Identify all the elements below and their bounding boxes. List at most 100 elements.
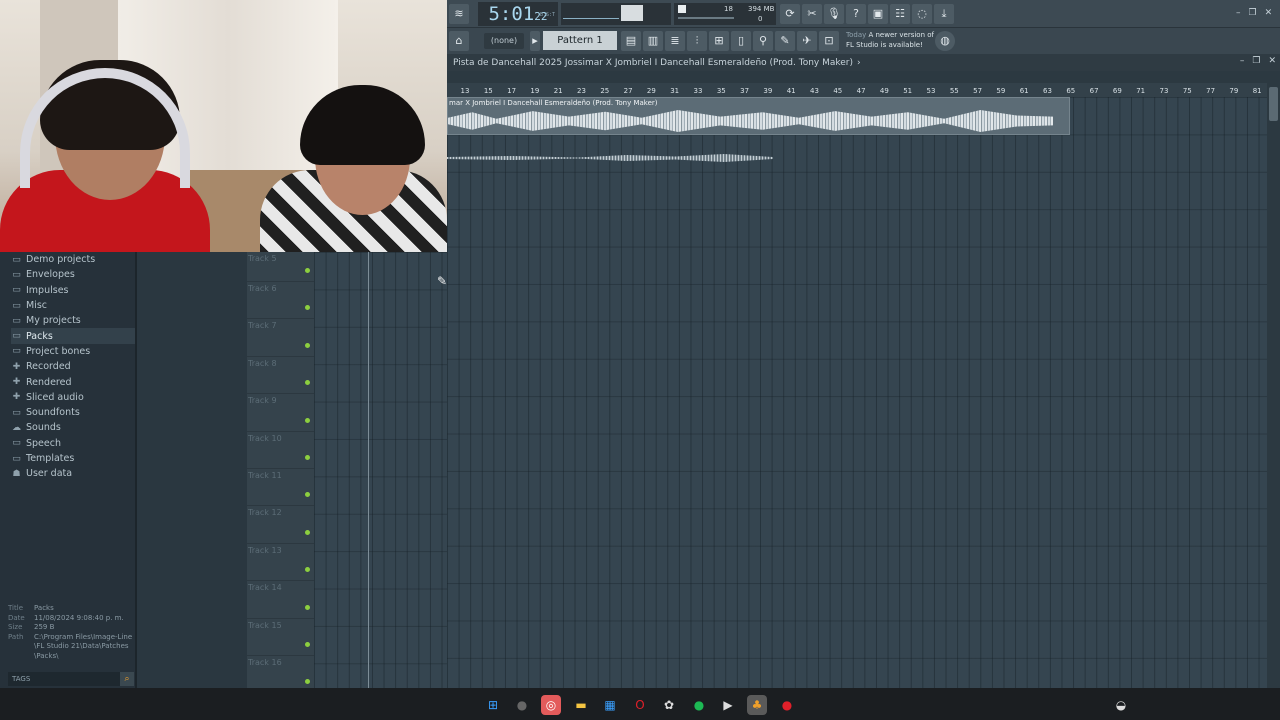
menu-icon[interactable]: ≋	[449, 4, 469, 24]
browser-item[interactable]: ▭ My projects	[11, 313, 135, 328]
browser-item[interactable]: ▭ Demo projects	[11, 252, 135, 267]
minimize-icon[interactable]: –	[1236, 8, 1241, 18]
tags-bar[interactable]: TAGS ⌕	[8, 672, 134, 686]
play-pattern-icon[interactable]: ▸	[530, 31, 540, 51]
track-led-icon[interactable]	[305, 342, 310, 348]
opera-icon[interactable]: O	[630, 695, 650, 715]
timeline-scrollbar[interactable]	[447, 71, 1267, 83]
track-header[interactable]: Track 13	[247, 544, 314, 582]
browser-item[interactable]: ✚ Sliced audio	[11, 390, 135, 405]
file-explorer-icon[interactable]: ▬	[571, 695, 591, 715]
refresh-icon[interactable]: ⟳	[780, 4, 800, 24]
info-path-key: Path	[8, 632, 24, 641]
track-header[interactable]: Track 6	[247, 282, 314, 320]
track-header[interactable]: Track 5	[247, 252, 314, 282]
playlist-grid[interactable]	[447, 97, 1267, 688]
track-header-panel: Track 5 Track 6 Track 7 Track 8 Track 9 Track…	[247, 252, 314, 694]
playlist-titlebar[interactable]: Pista de Dancehall 2025 Jossimar X Jombr…	[447, 54, 1280, 71]
browser-item[interactable]: ▭ Envelopes	[11, 267, 135, 282]
update-notice[interactable]: Today A newer version of FL Studio is av…	[846, 31, 956, 51]
audio-clip-secondary[interactable]	[447, 150, 773, 166]
fl-studio-icon[interactable]: ♣	[747, 695, 767, 715]
minimize-icon[interactable]: –	[1240, 56, 1245, 66]
track-led-icon[interactable]	[305, 417, 310, 423]
track-led-icon[interactable]	[305, 454, 310, 460]
playlist-grid-left[interactable]	[314, 252, 447, 688]
track-led-icon[interactable]	[305, 641, 310, 647]
snap-selector[interactable]: (none)	[484, 33, 524, 49]
track-header[interactable]: Track 8	[247, 357, 314, 395]
microphone-icon[interactable]: 🎙	[824, 4, 844, 24]
tray-icon[interactable]: ◒	[1111, 695, 1131, 715]
track-led-icon[interactable]	[305, 305, 310, 311]
maximize-icon[interactable]: ❐	[1249, 8, 1257, 18]
browser-item[interactable]: ☗ User data	[11, 466, 135, 481]
app-red-icon[interactable]: ●	[777, 695, 797, 715]
clip-waveform	[448, 110, 1053, 132]
browser-item[interactable]: ▭ Misc	[11, 298, 135, 313]
browser-item[interactable]: ✚ Recorded	[11, 359, 135, 374]
track-header[interactable]: Track 14	[247, 581, 314, 619]
info-size-value: 259 B	[34, 623, 55, 631]
browser-item[interactable]: ▭ Packs	[11, 328, 135, 344]
store-icon[interactable]: ▦	[600, 695, 620, 715]
track-led-icon[interactable]	[305, 268, 310, 273]
track-led-icon[interactable]	[305, 679, 310, 685]
mixer-icon[interactable]: ☷	[890, 4, 910, 24]
chat-icon[interactable]: ◌	[912, 4, 932, 24]
audio-clip[interactable]: mar X Jombriel I Dancehall Esmeraldeño (…	[447, 97, 1070, 135]
browser-item[interactable]: ▭ Speech	[11, 436, 135, 451]
browser-item[interactable]: ☁ Sounds	[11, 420, 135, 435]
brush-icon[interactable]: ✎	[775, 31, 795, 51]
ruler-tick: 19	[530, 87, 540, 95]
media-player-icon[interactable]: ▶	[718, 695, 738, 715]
tree-view-icon[interactable]: ⊞	[709, 31, 729, 51]
vertical-scrollbar[interactable]	[1267, 71, 1280, 688]
search-icon[interactable]: ●	[512, 695, 532, 715]
close-icon[interactable]: ✕	[1268, 56, 1276, 66]
browser-item[interactable]: ✚ Rendered	[11, 374, 135, 389]
song-position-display[interactable]: 5:0122 B:S:T	[478, 2, 558, 26]
windows-start-icon[interactable]: ⊞	[483, 695, 503, 715]
ruler-tick: 45	[833, 87, 843, 95]
browser-item-label: Packs	[26, 330, 53, 342]
browser-item[interactable]: ▭ Impulses	[11, 283, 135, 298]
track-led-icon[interactable]	[305, 567, 310, 573]
track-led-icon[interactable]	[305, 380, 310, 386]
snap-icon[interactable]: ⌂	[449, 31, 469, 51]
channel-rack-icon[interactable]: ≣	[665, 31, 685, 51]
track-header[interactable]: Track 12	[247, 506, 314, 544]
maximize-icon[interactable]: ❐	[1252, 56, 1260, 66]
cut-icon[interactable]: ✂	[802, 4, 822, 24]
track-header[interactable]: Track 10	[247, 432, 314, 469]
spotify-icon[interactable]: ●	[689, 695, 709, 715]
cart-icon[interactable]: ⊡	[819, 31, 839, 51]
browser-item[interactable]: ▭ Project bones	[11, 344, 135, 359]
info-size-key: Size	[8, 623, 23, 631]
bird-icon[interactable]: ✈	[797, 31, 817, 51]
save-icon[interactable]: ▣	[868, 4, 888, 24]
playlist-icon[interactable]: ▤	[621, 31, 641, 51]
help-icon[interactable]: ?	[846, 4, 866, 24]
chatgpt-icon[interactable]: ✿	[659, 695, 679, 715]
track-header[interactable]: Track 15	[247, 619, 314, 656]
scrollbar-thumb[interactable]	[1269, 87, 1278, 121]
browser-item[interactable]: ▭ Soundfonts	[11, 405, 135, 420]
browser-item[interactable]: ▭ Templates	[11, 451, 135, 466]
track-header[interactable]: Track 9	[247, 394, 314, 432]
track-led-icon[interactable]	[305, 604, 310, 610]
track-header[interactable]: Track 11	[247, 469, 314, 507]
timeline-ruler[interactable]: 13 15 17 19 21 23 25 27 29 31 33 35 37 39 41 43 45 47 49 51…	[447, 71, 1267, 97]
mixer-view-icon[interactable]: ⫶	[687, 31, 707, 51]
close-icon[interactable]: ✕	[1265, 8, 1273, 18]
plugin-icon[interactable]: ⚲	[753, 31, 773, 51]
piano-roll-icon[interactable]: ▥	[643, 31, 663, 51]
pattern-selector[interactable]: Pattern 1	[543, 31, 617, 50]
track-led-icon[interactable]	[305, 492, 310, 498]
track-header[interactable]: Track 7	[247, 319, 314, 357]
clipboard-icon[interactable]: ▯	[731, 31, 751, 51]
search-icon[interactable]: ⌕	[120, 672, 134, 686]
edge-browser-icon[interactable]: ◎	[541, 695, 561, 715]
track-led-icon[interactable]	[305, 529, 310, 535]
download-icon[interactable]: ⤓	[934, 4, 954, 24]
